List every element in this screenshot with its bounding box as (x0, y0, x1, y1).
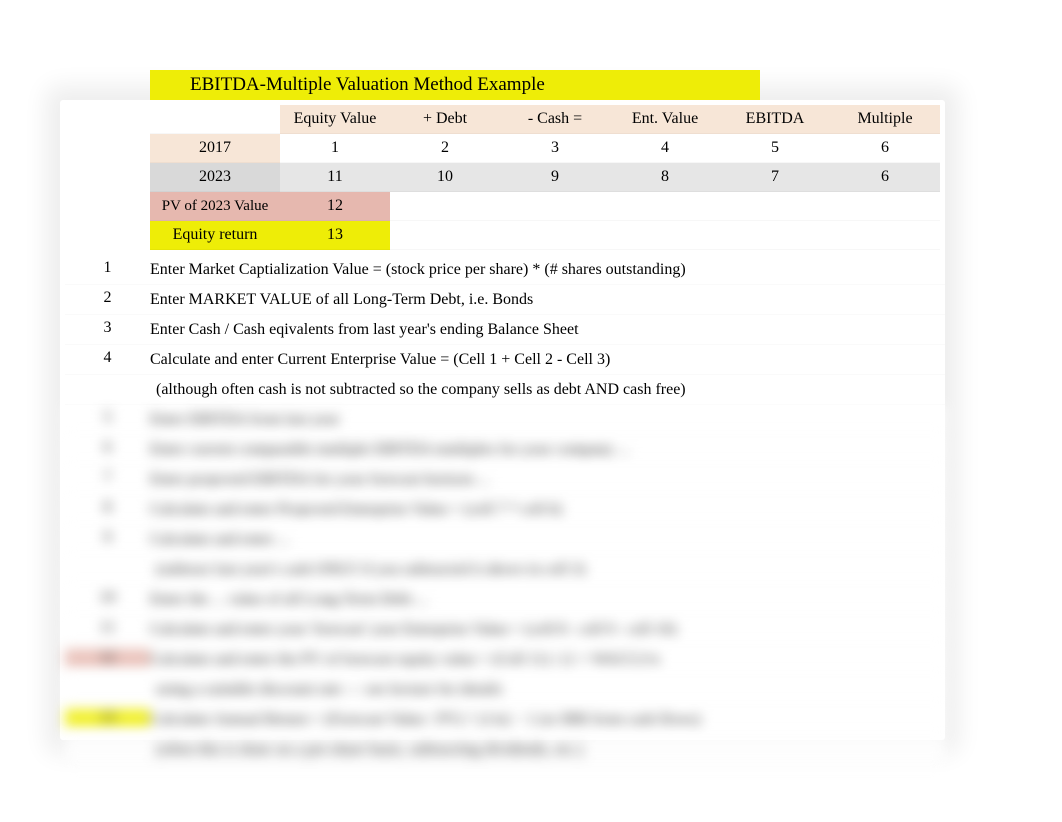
matrix-row-eqret: Equity return 13 (150, 221, 940, 250)
instruction-number: 9 (65, 529, 150, 547)
instruction-row: 11Calculate and enter your 'forecast' ye… (65, 615, 945, 645)
instruction-row: 2Enter MARKET VALUE of all Long-Term Deb… (65, 285, 945, 315)
matrix-row-pv: PV of 2023 Value 12 (150, 192, 940, 221)
instruction-row: (subtract last year's cash ONLY if you s… (65, 555, 945, 585)
col-ebitda: EBITDA (720, 105, 830, 134)
rowlabel-2023: 2023 (150, 163, 280, 192)
matrix-header-row: Equity Value + Debt - Cash = Ent. Value … (150, 105, 940, 134)
instruction-text: Calculate and enter your 'forecast' year… (150, 619, 945, 641)
col-equity-value: Equity Value (280, 105, 390, 134)
cell-2017-cash: 3 (500, 134, 610, 163)
instruction-text: Calculate Annual Return = (Forecast Valu… (150, 709, 945, 731)
instruction-number: 3 (65, 319, 150, 337)
instruction-text: using a suitable discount rate — see lec… (150, 679, 945, 701)
instruction-text: Enter current comparable multiple EBITDA… (150, 439, 945, 461)
instruction-row: 6Enter current comparable multiple EBITD… (65, 435, 945, 465)
instruction-number: 13 (65, 709, 150, 727)
instruction-row: 4Calculate and enter Current Enterprise … (65, 345, 945, 375)
instruction-row: (although often cash is not subtracted s… (65, 375, 945, 405)
col-multiple: Multiple (830, 105, 940, 134)
cell-2023-ebitda: 7 (720, 163, 830, 192)
instruction-number: 5 (65, 409, 150, 427)
rowlabel-pv: PV of 2023 Value (150, 192, 280, 221)
matrix-row-2017: 2017 1 2 3 4 5 6 (150, 134, 940, 163)
cell-pv-value: 12 (280, 192, 390, 221)
cell-2023-equity: 11 (280, 163, 390, 192)
instruction-text: Enter Cash / Cash eqivalents from last y… (150, 319, 945, 341)
matrix-row-2023: 2023 11 10 9 8 7 6 (150, 163, 940, 192)
instruction-number: 1 (65, 259, 150, 277)
rowlabel-eqret: Equity return (150, 221, 280, 250)
cell-2023-cash: 9 (500, 163, 610, 192)
cell-eqret-value: 13 (280, 221, 390, 250)
instruction-row: 7Enter projected EBITDA for your forecas… (65, 465, 945, 495)
instruction-row: 1Enter Market Captialization Value = (st… (65, 255, 945, 285)
instruction-text: (although often cash is not subtracted s… (150, 379, 945, 401)
instruction-text: (subtract last year's cash ONLY if you s… (150, 559, 945, 581)
matrix-blank (390, 221, 940, 250)
instruction-text: Calculate and enter Current Enterprise V… (150, 349, 945, 371)
col-ent-value: Ent. Value (610, 105, 720, 134)
instruction-row: 12Calculate and enter the PV of forecast… (65, 645, 945, 675)
instruction-row: (often this is done on a per-share basis… (65, 735, 945, 765)
cell-2017-ent: 4 (610, 134, 720, 163)
cell-2023-ent: 8 (610, 163, 720, 192)
page-title: EBITDA-Multiple Valuation Method Example (150, 70, 760, 100)
instruction-number: 10 (65, 589, 150, 607)
instruction-text: (often this is done on a per-share basis… (150, 739, 945, 761)
instruction-row: 5Enter EBITDA from last year (65, 405, 945, 435)
cell-2017-ebitda: 5 (720, 134, 830, 163)
cell-2023-debt: 10 (390, 163, 500, 192)
col-debt: + Debt (390, 105, 500, 134)
instruction-text: Enter Market Captialization Value = (sto… (150, 259, 945, 281)
instruction-number: 12 (65, 649, 150, 667)
instruction-row: using a suitable discount rate — see lec… (65, 675, 945, 705)
cell-2023-mult: 6 (830, 163, 940, 192)
instruction-text: Enter MARKET VALUE of all Long-Term Debt… (150, 289, 945, 311)
instruction-row: 3Enter Cash / Cash eqivalents from last … (65, 315, 945, 345)
instruction-text: Enter the ... value of all Long-Term Deb… (150, 589, 945, 611)
col-cash: - Cash = (500, 105, 610, 134)
instruction-number: 11 (65, 619, 150, 637)
valuation-matrix: Equity Value + Debt - Cash = Ent. Value … (150, 105, 940, 250)
instruction-number: 2 (65, 289, 150, 307)
cell-2017-mult: 6 (830, 134, 940, 163)
instruction-text: Calculate and enter ... (150, 529, 945, 551)
instruction-text: Enter projected EBITDA for your forecast… (150, 469, 945, 491)
instruction-row: 10Enter the ... value of all Long-Term D… (65, 585, 945, 615)
matrix-blank (390, 192, 940, 221)
instruction-number: 8 (65, 499, 150, 517)
instruction-row: 13Calculate Annual Return = (Forecast Va… (65, 705, 945, 735)
instruction-number: 7 (65, 469, 150, 487)
cell-2017-debt: 2 (390, 134, 500, 163)
instruction-text: Enter EBITDA from last year (150, 409, 945, 431)
instruction-number: 4 (65, 349, 150, 367)
cell-2017-equity: 1 (280, 134, 390, 163)
rowlabel-2017: 2017 (150, 134, 280, 163)
title-text: EBITDA-Multiple Valuation Method Example (190, 74, 545, 96)
instruction-text: Calculate and enter the PV of forecast e… (150, 649, 945, 671)
matrix-blank (150, 105, 280, 134)
instruction-row: 8Calculate and enter Projected Enterpris… (65, 495, 945, 525)
instruction-number: 6 (65, 439, 150, 457)
instruction-row: 9Calculate and enter ... (65, 525, 945, 555)
instruction-list: 1Enter Market Captialization Value = (st… (65, 255, 945, 765)
instruction-text: Calculate and enter Projected Enterprise… (150, 499, 945, 521)
